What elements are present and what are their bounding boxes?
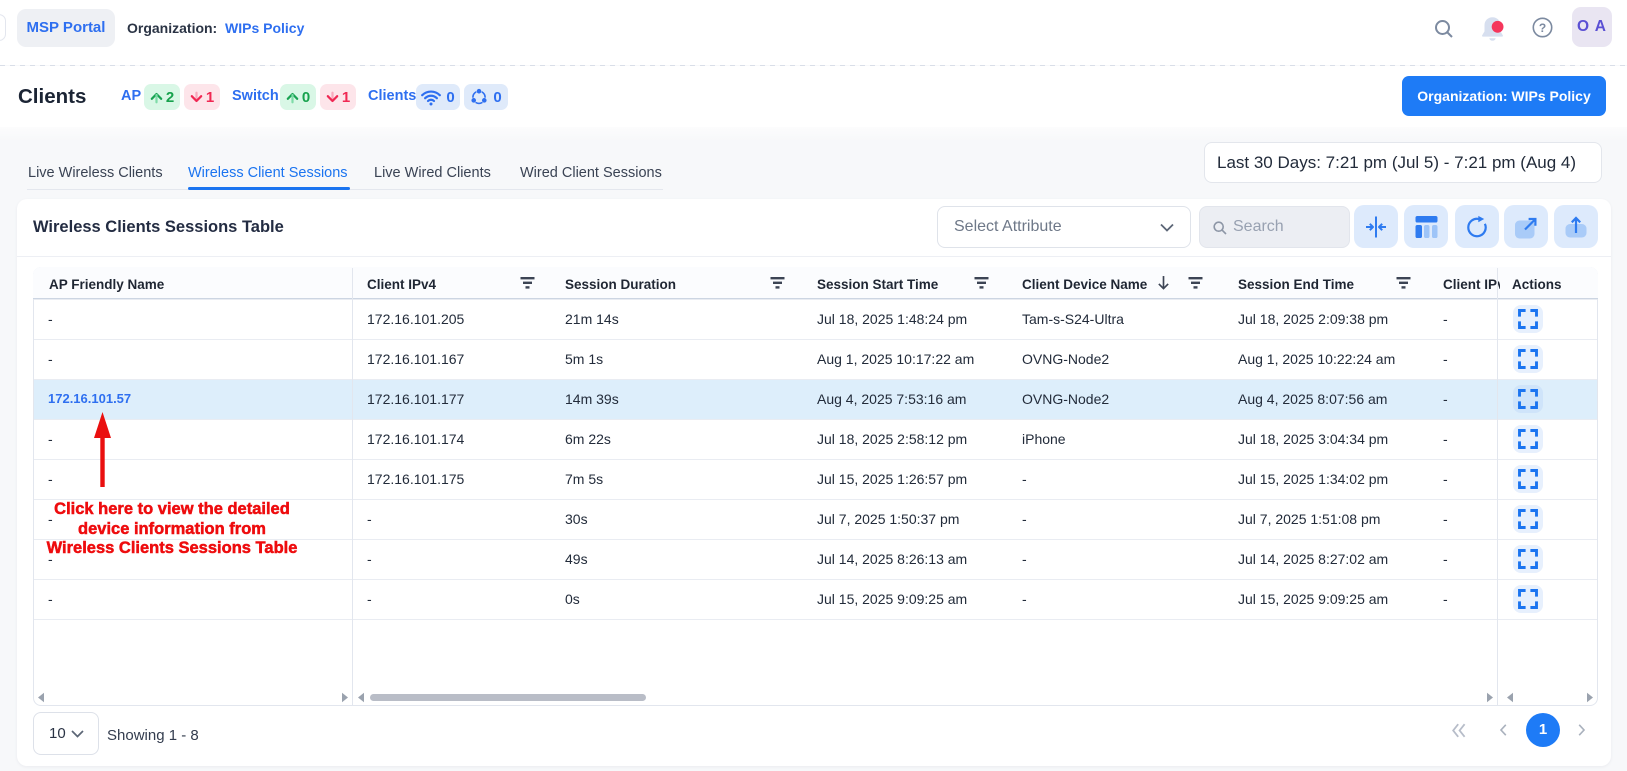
svg-text:?: ? xyxy=(1539,21,1546,35)
